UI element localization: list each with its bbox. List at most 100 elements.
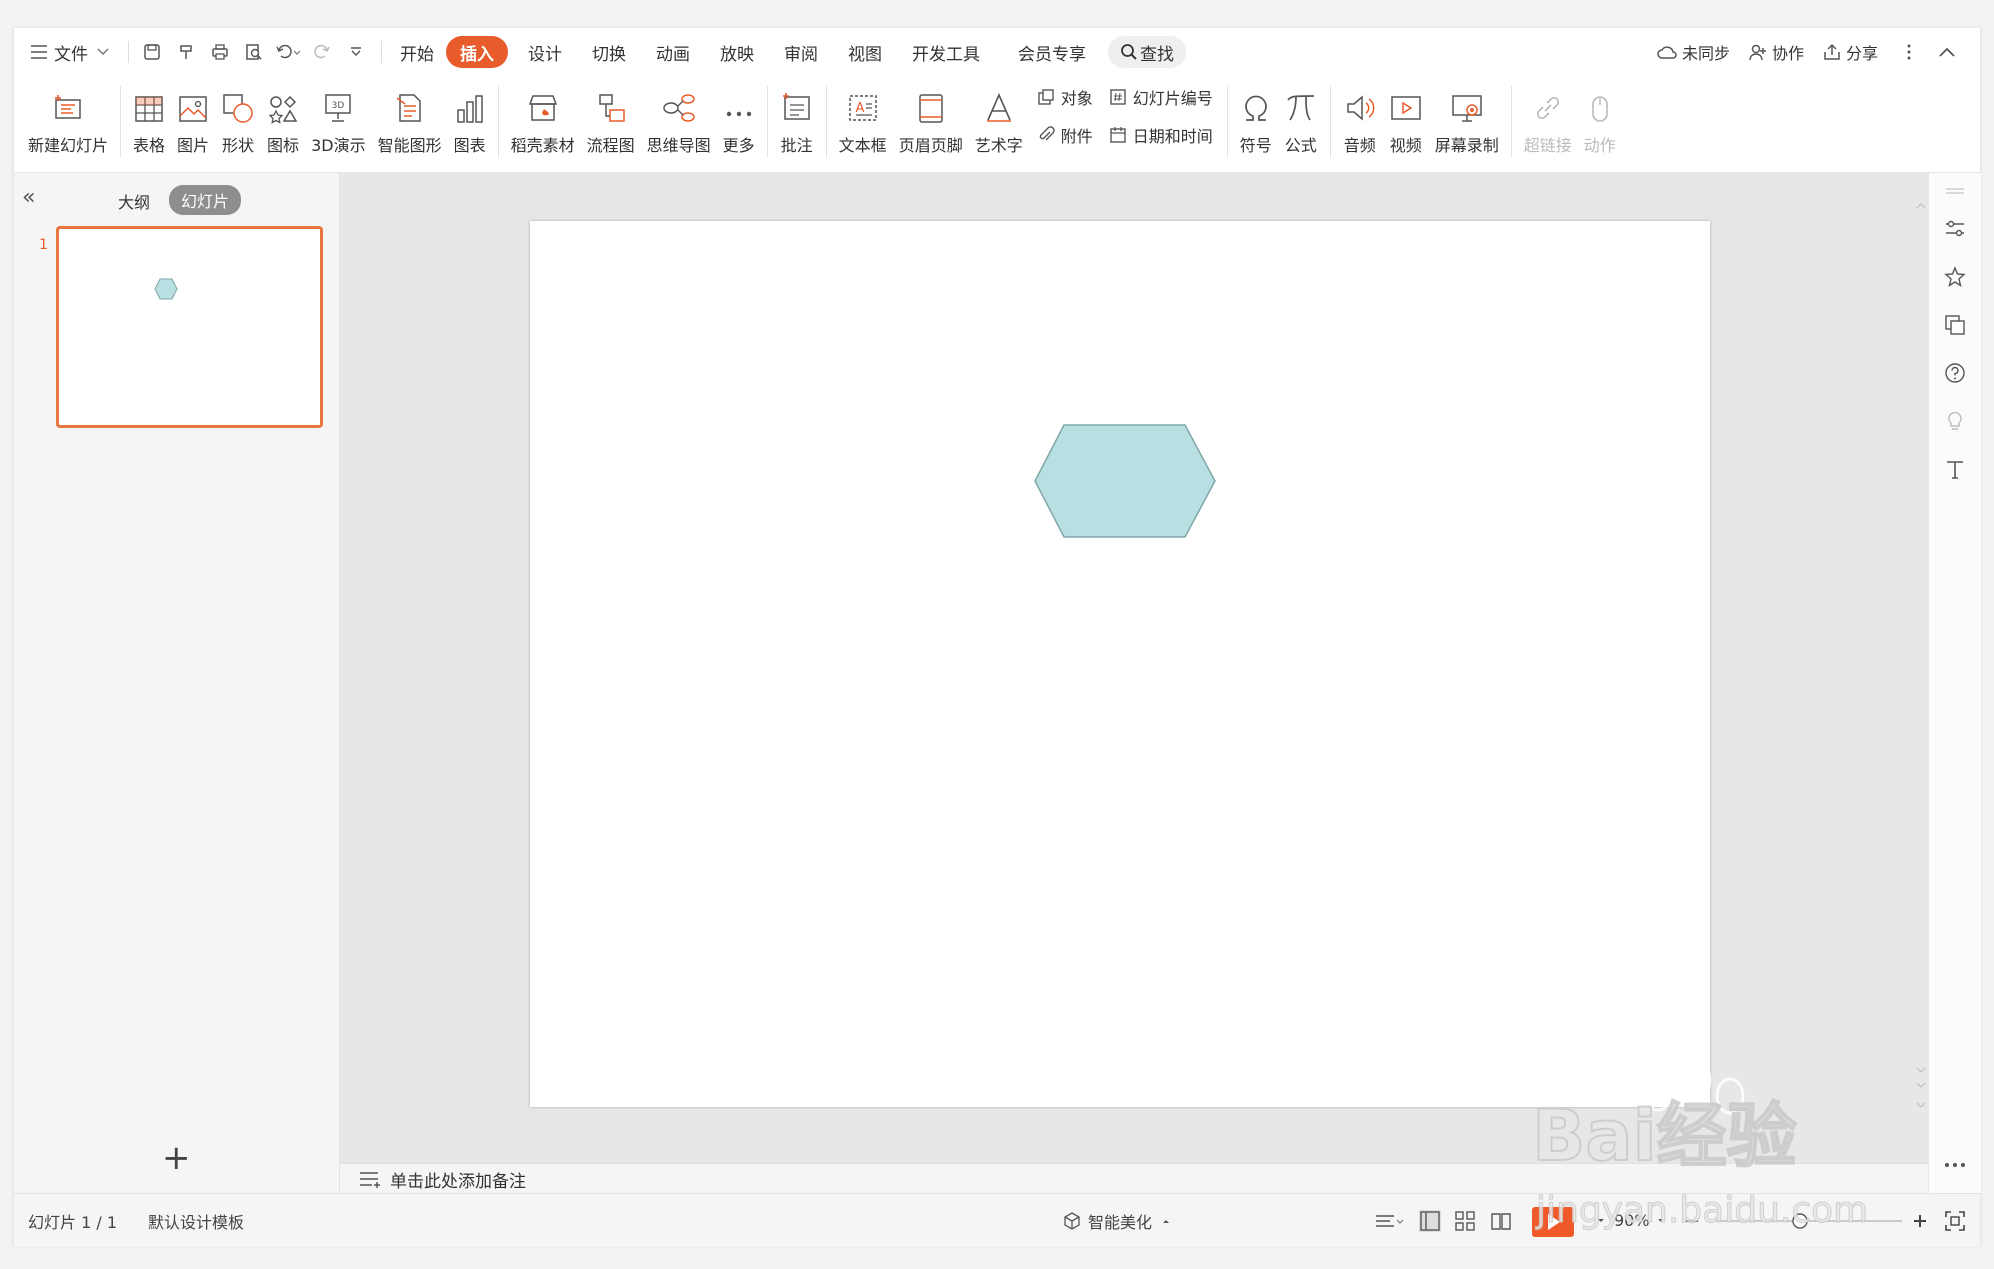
hexagon-shape[interactable] <box>530 221 1710 1107</box>
action-button[interactable]: 动作 <box>1578 76 1622 172</box>
zoom-level[interactable]: 90% <box>1596 1194 1666 1247</box>
mindmap-label: 思维导图 <box>646 136 711 155</box>
print-icon[interactable] <box>203 36 237 68</box>
slide-canvas[interactable] <box>530 221 1710 1107</box>
slide-count: 幻灯片 1 / 1 <box>28 1212 118 1232</box>
zoom-slider[interactable] <box>1714 1194 1904 1247</box>
tab-slideshow[interactable]: 放映 <box>710 36 764 68</box>
collab-button[interactable]: 协作 <box>1748 40 1804 64</box>
wordart-button[interactable]: 艺术字 <box>969 76 1029 172</box>
more-options-icon[interactable] <box>1943 1153 1967 1177</box>
sorter-view-button[interactable] <box>1454 1194 1476 1247</box>
header-footer-label: 页眉页脚 <box>898 136 963 155</box>
datetime-button[interactable]: 日期和时间 <box>1109 123 1213 147</box>
3d-demo-button[interactable]: 3D 3D演示 <box>305 76 372 172</box>
comment-button[interactable]: 批注 <box>774 76 820 172</box>
tab-animation[interactable]: 动画 <box>646 36 700 68</box>
shape-button[interactable]: 形状 <box>215 76 261 172</box>
collapse-ribbon-button[interactable] <box>1938 46 1960 58</box>
more-menu-button[interactable] <box>1906 43 1916 61</box>
vertical-scrollbar[interactable] <box>1914 178 1928 1163</box>
more-label: 更多 <box>722 136 755 155</box>
customize-toolbar-icon[interactable] <box>339 36 373 68</box>
smart-beautify-button[interactable]: 智能美化 <box>1062 1194 1172 1247</box>
notes-bar[interactable]: 单击此处添加备注 <box>340 1163 1928 1194</box>
zoom-in-button[interactable] <box>1912 1194 1928 1247</box>
svg-text:A: A <box>855 101 864 116</box>
print-preview-icon[interactable] <box>237 36 271 68</box>
tab-member[interactable]: 会员专享 <box>1008 36 1096 68</box>
chart-label: 图表 <box>453 136 486 155</box>
notes-toggle-button[interactable] <box>1374 1194 1404 1247</box>
screen-record-button[interactable]: 屏幕录制 <box>1429 76 1505 172</box>
play-icon <box>1532 1206 1574 1237</box>
save-icon[interactable] <box>135 36 169 68</box>
normal-view-button[interactable] <box>1418 1194 1442 1247</box>
wordart-icon <box>983 76 1015 128</box>
icon-button[interactable]: 图标 <box>261 76 305 172</box>
reading-view-button[interactable] <box>1490 1194 1512 1247</box>
hyperlink-button[interactable]: 超链接 <box>1518 76 1578 172</box>
help-icon[interactable] <box>1943 361 1967 385</box>
object-label: 对象 <box>1060 89 1093 108</box>
fit-window-button[interactable] <box>1944 1194 1966 1247</box>
tab-outline[interactable]: 大纲 <box>118 189 150 213</box>
chart-button[interactable]: 图表 <box>448 76 492 172</box>
hyperlink-label: 超链接 <box>1523 136 1572 155</box>
formula-button[interactable]: 公式 <box>1278 76 1324 172</box>
table-button[interactable]: 表格 <box>127 76 171 172</box>
flowchart-button[interactable]: 流程图 <box>581 76 641 172</box>
tab-insert[interactable]: 插入 <box>446 36 508 68</box>
undo-icon[interactable] <box>271 36 305 68</box>
properties-icon[interactable] <box>1943 217 1967 241</box>
picture-button[interactable]: 图片 <box>171 76 215 172</box>
share-button[interactable]: 分享 <box>1822 40 1878 64</box>
slide-number-label: 幻灯片编号 <box>1132 89 1213 108</box>
zoom-out-button[interactable] <box>1684 1194 1700 1247</box>
sync-button[interactable]: 未同步 <box>1656 40 1730 64</box>
slide-number-button[interactable]: 幻灯片编号 <box>1109 85 1213 109</box>
smart-art-label: 智能图形 <box>377 136 442 155</box>
smart-art-button[interactable]: 智能图形 <box>372 76 448 172</box>
object-button[interactable]: 对象 <box>1037 85 1093 109</box>
tab-design[interactable]: 设计 <box>518 36 572 68</box>
symbol-button[interactable]: 符号 <box>1234 76 1278 172</box>
format-painter-icon[interactable] <box>169 36 203 68</box>
star-pin-icon[interactable] <box>1943 265 1967 289</box>
video-button[interactable]: 视频 <box>1383 76 1429 172</box>
status-bar: 幻灯片 1 / 1 默认设计模板 智能美化 90% <box>14 1193 1980 1247</box>
lightbulb-icon[interactable] <box>1943 409 1967 433</box>
screen-record-icon <box>1450 76 1484 128</box>
flowchart-label: 流程图 <box>586 136 635 155</box>
template-name[interactable]: 默认设计模板 <box>148 1194 244 1247</box>
grid-view-icon <box>1455 1210 1475 1231</box>
header-footer-button[interactable]: 页眉页脚 <box>893 76 969 172</box>
more-button[interactable]: 更多 <box>717 76 761 172</box>
text-format-icon[interactable] <box>1943 457 1967 481</box>
tab-view[interactable]: 视图 <box>838 36 892 68</box>
audio-button[interactable]: 音频 <box>1337 76 1383 172</box>
tab-transition[interactable]: 切换 <box>582 36 636 68</box>
slide-transition-icon[interactable] <box>1943 313 1967 337</box>
mindmap-button[interactable]: 思维导图 <box>641 76 717 172</box>
pi-icon <box>1284 76 1318 128</box>
new-slide-button[interactable]: 新建幻灯片 <box>22 76 114 172</box>
attachment-button[interactable]: 附件 <box>1037 123 1093 147</box>
tab-slides[interactable]: 幻灯片 <box>169 185 242 215</box>
search-box[interactable]: 查找 <box>1108 36 1186 68</box>
file-menu[interactable]: 文件 <box>20 36 120 68</box>
collapse-panel-icon[interactable]: « <box>22 185 35 210</box>
shape-icon <box>221 76 255 128</box>
slide-thumbnail[interactable] <box>56 226 323 428</box>
scroll-arrows-icon <box>1916 203 1926 1108</box>
material-button[interactable]: 稻壳素材 <box>505 76 581 172</box>
redo-icon[interactable] <box>305 36 339 68</box>
datetime-label: 日期和时间 <box>1132 127 1213 146</box>
tab-home[interactable]: 开始 <box>390 36 444 68</box>
play-slideshow-button[interactable] <box>1530 1194 1574 1247</box>
tab-review[interactable]: 审阅 <box>774 36 828 68</box>
collab-label: 协作 <box>1771 44 1804 63</box>
textbox-button[interactable]: A 文本框 <box>833 76 893 172</box>
tab-developer[interactable]: 开发工具 <box>902 36 990 68</box>
add-slide-button[interactable]: + <box>162 1141 191 1175</box>
